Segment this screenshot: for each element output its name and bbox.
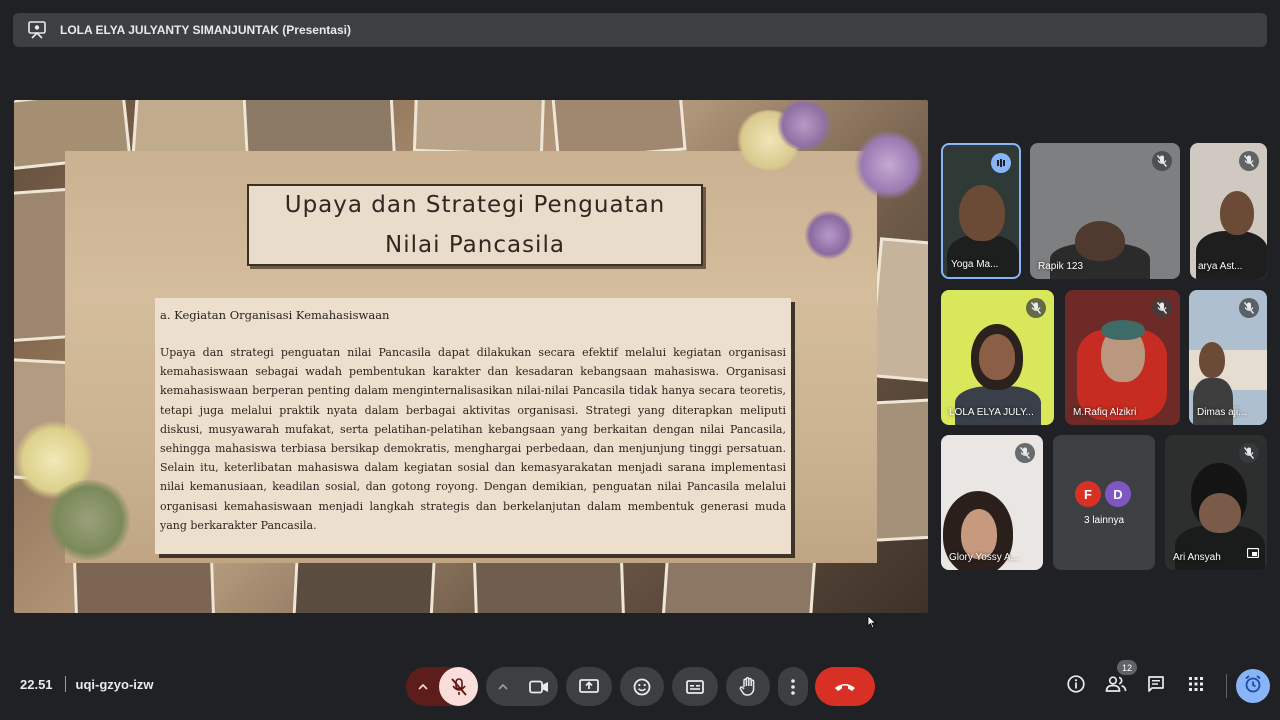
others-tile[interactable]: F D 3 lainnya (1053, 435, 1155, 570)
slide-title-line1: Upaya dan Strategi Penguatan (284, 192, 666, 218)
presentation-icon (27, 20, 47, 40)
slide-paragraph: Upaya dan strategi penguatan nilai Panca… (160, 346, 786, 532)
slide-title-box: Upaya dan Strategi Penguatan Nilai Panca… (247, 184, 703, 266)
participant-video (1199, 493, 1241, 533)
more-options-button[interactable] (778, 667, 808, 706)
captions-icon (686, 679, 704, 694)
activities-icon (1188, 676, 1204, 697)
participant-tile[interactable]: LOLA ELYA JULY... (941, 290, 1054, 425)
camera-control-group (486, 667, 558, 706)
meeting-time: 22.51 (20, 676, 53, 692)
participant-name: arya Ast... (1198, 261, 1243, 272)
participant-video (955, 386, 1041, 425)
participant-name: M.Rafiq Alzikri (1073, 407, 1137, 418)
mic-off-icon (1239, 298, 1259, 318)
participant-name: LOLA ELYA JULY... (949, 407, 1034, 418)
participant-name: Yoga Ma... (951, 259, 999, 270)
more-options-icon (791, 678, 795, 695)
participant-video (1220, 191, 1254, 235)
leave-call-button[interactable] (815, 667, 875, 706)
raise-hand-icon (739, 676, 757, 697)
participant-name: Glory Yossy A... (949, 552, 1020, 563)
slide-title-line2: Nilai Pancasila (385, 232, 565, 258)
present-screen-icon (579, 678, 599, 695)
chat-icon (1147, 675, 1165, 698)
participant-tile[interactable]: Rapik 123 (1030, 143, 1180, 279)
mic-off-icon (1152, 151, 1172, 171)
collage-photo (868, 237, 928, 383)
presenter-bar: LOLA ELYA JULYANTY SIMANJUNTAK (Presenta… (13, 13, 1267, 47)
participant-tile[interactable]: Yoga Ma... (941, 143, 1021, 279)
camera-icon (529, 680, 549, 694)
mouse-cursor-icon (867, 615, 877, 634)
video-options-chevron-icon[interactable] (486, 683, 520, 690)
captions-button[interactable] (672, 667, 718, 706)
timer-icon (1243, 674, 1263, 699)
audio-options-chevron-icon[interactable] (406, 683, 439, 690)
leaf-decoration (44, 480, 134, 560)
activities-button[interactable] (1182, 672, 1210, 700)
mic-control-group (406, 667, 478, 706)
speaking-indicator-icon (991, 153, 1011, 173)
participant-video (1199, 342, 1225, 378)
mic-off-icon (1015, 443, 1035, 463)
participant-tile[interactable]: Dimas aji... (1189, 290, 1267, 425)
meeting-code: uqi-gzyo-izw (75, 676, 154, 692)
divider (1226, 674, 1227, 698)
info-icon (1067, 674, 1085, 698)
participant-video (959, 185, 1005, 241)
meeting-details-button[interactable] (1062, 672, 1090, 700)
flower-decoration (774, 100, 834, 150)
participant-tile[interactable]: Ari Ansyah (1165, 435, 1267, 570)
mic-off-button[interactable] (439, 667, 478, 706)
others-count-label: 3 lainnya (1083, 515, 1125, 526)
mic-off-icon (450, 677, 467, 696)
reactions-button[interactable] (620, 667, 664, 706)
mic-off-icon (1239, 151, 1259, 171)
end-call-icon (834, 682, 856, 692)
participants-count-badge: 12 (1117, 660, 1137, 675)
participant-video (1101, 320, 1145, 340)
participant-name: Ari Ansyah (1173, 552, 1221, 563)
presenter-title: LOLA ELYA JULYANTY SIMANJUNTAK (Presenta… (60, 23, 351, 37)
slide-heading: a. Kegiatan Organisasi Kemahasiswaan (160, 308, 390, 322)
mic-off-icon (1152, 298, 1172, 318)
participant-tile[interactable]: arya Ast... (1190, 143, 1267, 279)
meeting-info: 22.51 uqi-gzyo-izw (20, 676, 154, 692)
flower-decoration (804, 210, 854, 260)
people-icon (1105, 675, 1127, 697)
emoji-icon (633, 678, 651, 696)
participant-tile[interactable]: Glory Yossy A... (941, 435, 1043, 570)
participant-name: Dimas aji... (1197, 407, 1247, 418)
participant-name: Rapik 123 (1038, 261, 1084, 272)
avatar: D (1105, 481, 1131, 507)
slide-body-box: a. Kegiatan Organisasi Kemahasiswaan Upa… (155, 298, 791, 554)
present-screen-button[interactable] (566, 667, 612, 706)
participant-video (947, 235, 1019, 277)
avatar: F (1075, 481, 1101, 507)
mic-off-icon (1239, 443, 1259, 463)
participant-video (1075, 221, 1125, 261)
divider (64, 676, 66, 692)
timer-button[interactable] (1236, 669, 1270, 703)
collage-photo (412, 100, 546, 157)
camera-button[interactable] (520, 680, 558, 694)
chat-button[interactable] (1142, 672, 1170, 700)
flower-decoration (854, 130, 924, 200)
people-button[interactable] (1102, 672, 1130, 700)
presentation-slide: Upaya dan Strategi Penguatan Nilai Panca… (14, 100, 928, 613)
participant-video (979, 334, 1015, 380)
participant-tile[interactable]: M.Rafiq Alzikri (1065, 290, 1180, 425)
screen-share-icon (1246, 545, 1260, 563)
mic-off-icon (1026, 298, 1046, 318)
raise-hand-button[interactable] (726, 667, 770, 706)
